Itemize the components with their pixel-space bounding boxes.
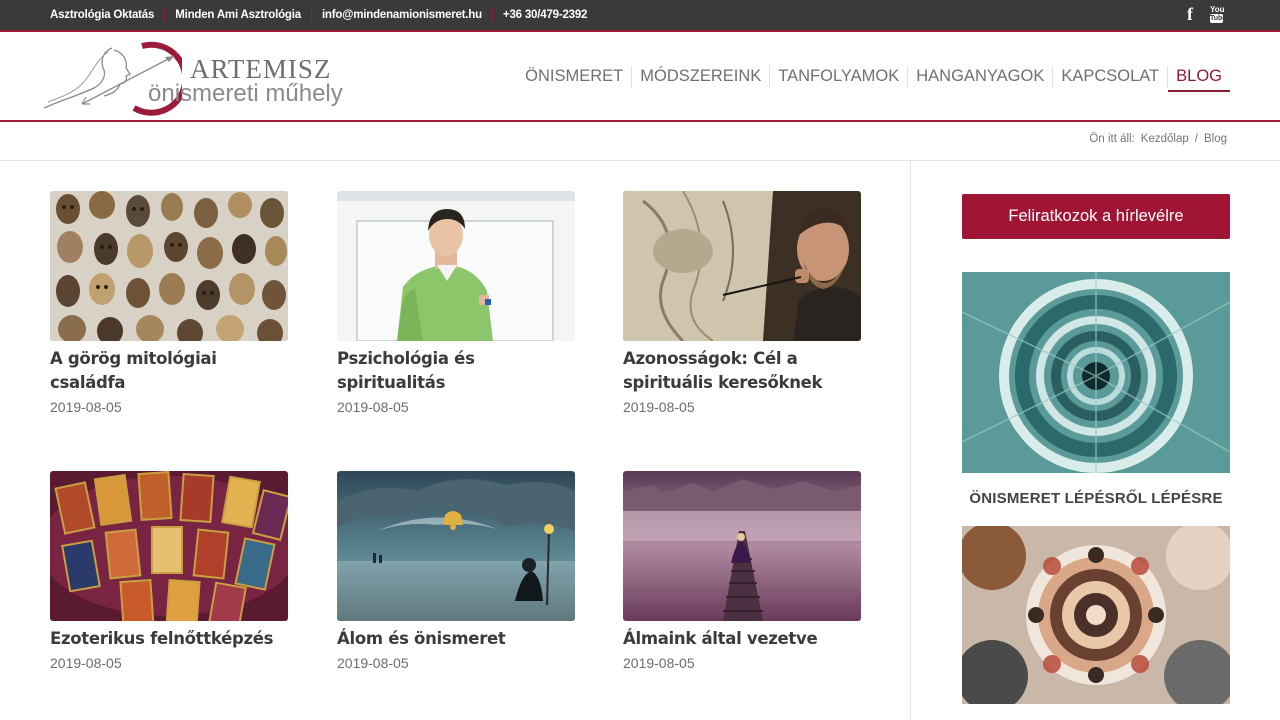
top-separator — [164, 9, 166, 21]
nav-item-tanfolyamok[interactable]: TANFOLYAMOK — [770, 62, 907, 92]
sidebar: Feliratkozok a hírlevélre ÖNISMERET LÉPÉ… — [962, 194, 1230, 704]
site-header: ARTEMISZ önismereti műhely ÖNISMERET MÓD… — [0, 32, 1280, 122]
newsletter-subscribe-button[interactable]: Feliratkozok a hírlevélre — [962, 194, 1230, 239]
post-thumbnail-masks[interactable] — [50, 191, 288, 341]
breadcrumb-separator: / — [1194, 133, 1198, 145]
post-title[interactable]: A görög mitológiai családfa — [50, 347, 288, 395]
post-thumbnail-lecturer[interactable] — [337, 191, 575, 341]
spiral-staircase-image[interactable] — [962, 272, 1230, 473]
post-date: 2019-08-05 — [337, 655, 409, 671]
nav-item-onismeret[interactable]: ÖNISMERET — [517, 62, 631, 92]
facebook-icon[interactable]: f — [1187, 4, 1193, 25]
post-date: 2019-08-05 — [50, 655, 122, 671]
nav-item-modszereink[interactable]: MÓDSZEREINK — [632, 62, 769, 92]
logo-tagline: önismereti műhely — [148, 80, 343, 107]
nav-item-blog[interactable]: BLOG — [1168, 62, 1230, 92]
breadcrumb-home-link[interactable]: Kezdőlap — [1141, 133, 1189, 145]
post-date: 2019-08-05 — [623, 655, 695, 671]
post-thumbnail-dream[interactable] — [337, 471, 575, 621]
post-card[interactable]: A görög mitológiai családfa 2019-08-05 — [50, 191, 288, 415]
top-separator — [310, 9, 312, 21]
post-date: 2019-08-05 — [50, 399, 122, 415]
site-logo[interactable]: ARTEMISZ önismereti műhely — [42, 40, 382, 116]
top-separator — [491, 9, 493, 21]
post-card[interactable]: Azonosságok: Cél a spirituális keresőkne… — [623, 191, 861, 415]
post-card[interactable]: Ezoterikus felnőttképzés 2019-08-05 — [50, 471, 288, 671]
main-nav: ÖNISMERET MÓDSZEREINK TANFOLYAMOK HANGAN… — [517, 62, 1230, 92]
top-link-astrology-course[interactable]: Asztrológia Oktatás — [50, 9, 154, 21]
faces-collage-image[interactable] — [962, 526, 1230, 704]
post-title[interactable]: Álmaink által vezetve — [623, 627, 861, 651]
youtube-icon-text-bottom: Tube — [1210, 14, 1227, 23]
nav-item-kapcsolat[interactable]: KAPCSOLAT — [1053, 62, 1167, 92]
top-link-all-astrology[interactable]: Minden Ami Asztrológia — [175, 9, 301, 21]
top-link-email[interactable]: info@mindenamionismeret.hu — [322, 9, 482, 21]
post-title[interactable]: Pszichológia és spiritualitás — [337, 347, 575, 395]
social-links: f You Tube — [1187, 4, 1227, 25]
post-title[interactable]: Azonosságok: Cél a spirituális keresőkne… — [623, 347, 861, 395]
post-date: 2019-08-05 — [337, 399, 409, 415]
post-thumbnail-painter[interactable] — [623, 191, 861, 341]
post-thumbnail-bride-rails[interactable] — [623, 471, 861, 621]
top-bar: Asztrológia Oktatás Minden Ami Asztrológ… — [0, 0, 1280, 32]
post-thumbnail-tarot[interactable] — [50, 471, 288, 621]
post-card[interactable]: Álom és önismeret 2019-08-05 — [337, 471, 575, 671]
sidebar-widget-title: ÖNISMERET LÉPÉSRŐL LÉPÉSRE — [969, 490, 1223, 507]
top-links: Asztrológia Oktatás Minden Ami Asztrológ… — [50, 0, 587, 30]
post-date: 2019-08-05 — [623, 399, 695, 415]
post-card[interactable]: Álmaink által vezetve 2019-08-05 — [623, 471, 861, 671]
post-title[interactable]: Álom és önismeret — [337, 627, 575, 651]
youtube-icon[interactable]: You Tube — [1209, 4, 1227, 24]
post-card[interactable]: Pszichológia és spiritualitás 2019-08-05 — [337, 191, 575, 415]
breadcrumb-current: Blog — [1203, 133, 1227, 145]
post-title[interactable]: Ezoterikus felnőttképzés — [50, 627, 288, 651]
post-grid: A görög mitológiai családfa 2019-08-05 P… — [0, 161, 911, 720]
top-link-phone[interactable]: +36 30/479-2392 — [503, 9, 587, 21]
youtube-icon-text-top: You — [1210, 5, 1225, 14]
nav-item-hanganyagok[interactable]: HANGANYAGOK — [908, 62, 1052, 92]
breadcrumb: Ön itt áll: Kezdőlap / Blog — [0, 122, 1280, 161]
breadcrumb-prefix: Ön itt áll: — [1089, 133, 1135, 145]
